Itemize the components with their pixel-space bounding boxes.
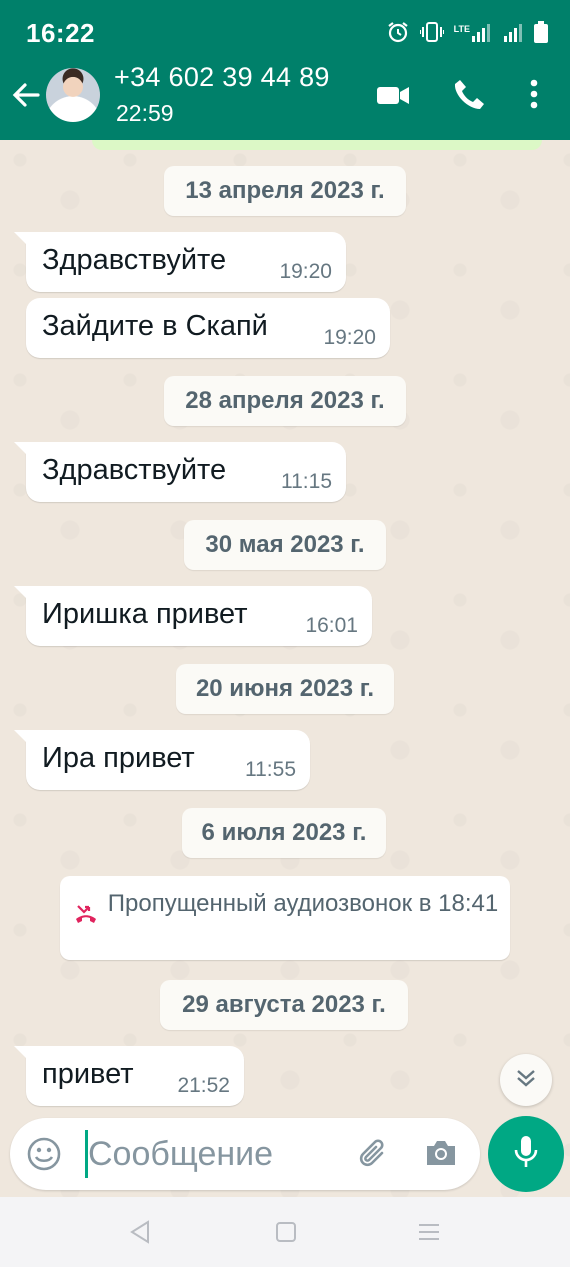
date-separator: 20 июня 2023 г. bbox=[176, 664, 394, 714]
app-header: 16:22 LTE +34 602 39 44 89 22:59 bbox=[0, 0, 570, 140]
message-time: 16:01 bbox=[305, 614, 358, 637]
battery-icon bbox=[534, 21, 548, 43]
message-bubble[interactable]: привет 21:52 bbox=[14, 1046, 244, 1106]
nav-back-icon[interactable] bbox=[128, 1219, 152, 1250]
date-label: 30 мая 2023 г. bbox=[205, 531, 365, 558]
missed-call-notice[interactable]: Пропущенный аудиозвонок в 18:41 bbox=[60, 876, 510, 960]
message-text: Здравствуйте bbox=[42, 454, 227, 486]
missed-call-icon bbox=[74, 904, 98, 931]
message-time: 21:52 bbox=[177, 1074, 230, 1097]
message-time: 19:20 bbox=[323, 326, 376, 349]
vibrate-icon bbox=[419, 21, 444, 43]
signal-icon: LTE bbox=[454, 22, 494, 42]
message-text: Ира привет bbox=[42, 742, 195, 774]
message-text: Иришка привет bbox=[42, 598, 248, 630]
voice-record-button[interactable] bbox=[488, 1116, 564, 1192]
message-composer bbox=[10, 1118, 480, 1190]
date-separator: 29 августа 2023 г. bbox=[160, 980, 408, 1030]
back-arrow-icon[interactable] bbox=[10, 80, 44, 110]
date-separator: 28 апреля 2023 г. bbox=[164, 376, 406, 426]
mic-icon bbox=[513, 1135, 539, 1174]
chat-area[interactable]: 13 апреля 2023 г. Здравствуйте 19:20 Зай… bbox=[0, 140, 570, 1197]
date-label: 13 апреля 2023 г. bbox=[185, 177, 385, 204]
message-input[interactable] bbox=[88, 1132, 338, 1176]
date-label: 29 августа 2023 г. bbox=[182, 991, 386, 1018]
double-chevron-down-icon bbox=[515, 1067, 537, 1094]
date-label: 6 июля 2023 г. bbox=[201, 819, 367, 846]
emoji-icon[interactable] bbox=[26, 1136, 62, 1177]
message-bubble[interactable]: Ира привет 11:55 bbox=[14, 730, 310, 790]
date-label: 20 июня 2023 г. bbox=[195, 675, 375, 702]
contact-name[interactable]: +34 602 39 44 89 bbox=[114, 62, 330, 93]
nav-menu-icon[interactable] bbox=[416, 1219, 442, 1250]
message-text: привет bbox=[42, 1058, 134, 1090]
message-text: Зайдите в Скапй bbox=[42, 310, 268, 342]
message-bubble[interactable]: Здравствуйте 19:20 bbox=[14, 232, 346, 292]
date-label: 28 апреля 2023 г. bbox=[185, 387, 385, 414]
message-time: 19:20 bbox=[279, 260, 332, 283]
camera-icon[interactable] bbox=[424, 1138, 458, 1173]
video-call-icon[interactable] bbox=[376, 78, 410, 117]
date-separator: 6 июля 2023 г. bbox=[182, 808, 386, 858]
date-separator: 13 апреля 2023 г. bbox=[164, 166, 406, 216]
more-vertical-icon[interactable] bbox=[528, 78, 540, 115]
message-time: 11:55 bbox=[245, 758, 296, 781]
message-bubble[interactable]: Зайдите в Скапй 19:20 bbox=[26, 298, 390, 358]
phone-icon[interactable] bbox=[454, 78, 484, 115]
signal-icon bbox=[504, 22, 524, 42]
attach-icon[interactable] bbox=[356, 1136, 392, 1177]
message-bubble-partial bbox=[92, 140, 542, 150]
nav-home-icon[interactable] bbox=[274, 1219, 298, 1250]
network-label: LTE bbox=[453, 24, 470, 34]
date-separator: 30 мая 2023 г. bbox=[184, 520, 386, 570]
message-bubble[interactable]: Иришка привет 16:01 bbox=[14, 586, 372, 646]
avatar[interactable] bbox=[46, 68, 100, 122]
status-icons: LTE bbox=[386, 20, 548, 44]
scroll-to-bottom-button[interactable] bbox=[500, 1054, 552, 1106]
contact-subtitle: 22:59 bbox=[116, 100, 174, 126]
message-time: 11:15 bbox=[281, 470, 332, 493]
missed-call-text: Пропущенный аудиозвонок в 18:41 bbox=[107, 890, 499, 917]
message-bubble[interactable]: Здравствуйте 11:15 bbox=[14, 442, 346, 502]
message-text: Здравствуйте bbox=[42, 244, 227, 276]
status-time: 16:22 bbox=[26, 18, 95, 48]
system-navbar bbox=[0, 1197, 570, 1267]
alarm-icon bbox=[386, 20, 410, 44]
